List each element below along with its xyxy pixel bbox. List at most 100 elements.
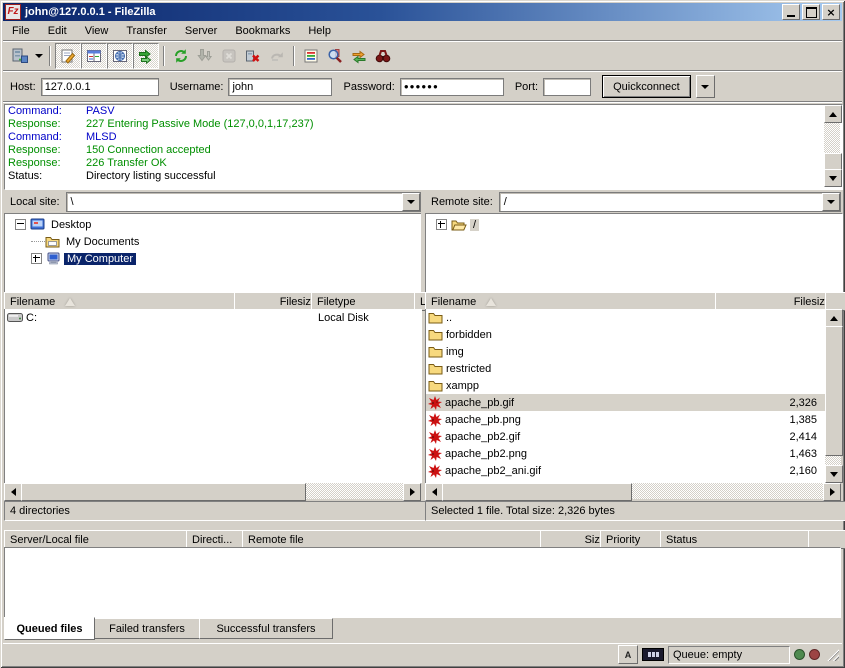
- message-log[interactable]: Command:PASV Response:227 Entering Passi…: [4, 104, 843, 190]
- list-row-drive-c[interactable]: C: Local Disk: [5, 309, 422, 326]
- tab-successful-transfers[interactable]: Successful transfers: [199, 618, 333, 639]
- title-bar[interactable]: Fz john@127.0.0.1 - FileZilla ×: [3, 3, 842, 21]
- scroll-up-button[interactable]: [824, 105, 842, 123]
- close-icon: ×: [826, 7, 835, 18]
- local-site-combo[interactable]: \: [66, 192, 421, 212]
- password-input[interactable]: [400, 78, 504, 96]
- host-input[interactable]: [41, 78, 159, 96]
- file-size: 2,160: [717, 465, 826, 477]
- collapse-icon[interactable]: [15, 219, 26, 230]
- list-row[interactable]: apache_pb2.gif2,414: [426, 428, 826, 445]
- scroll-left-button[interactable]: [4, 483, 22, 501]
- scroll-right-button[interactable]: [823, 483, 841, 501]
- log-line: Response:226 Transfer OK: [5, 157, 842, 170]
- maximize-button[interactable]: [802, 4, 820, 20]
- desktop-icon: [30, 218, 45, 231]
- cancel-button[interactable]: [217, 44, 241, 68]
- cancel-icon: [221, 48, 237, 64]
- menu-transfer[interactable]: Transfer: [117, 23, 176, 39]
- tree-item-my-documents[interactable]: My Documents: [5, 233, 422, 250]
- toggle-local-tree-button[interactable]: [81, 43, 107, 69]
- list-row[interactable]: apache_pb.png1,385: [426, 411, 826, 428]
- list-row[interactable]: apache_pb2_ani.gif2,160: [426, 462, 826, 479]
- process-queue-button[interactable]: [193, 44, 217, 68]
- list-row[interactable]: xampp: [426, 377, 826, 394]
- window-title: john@127.0.0.1 - FileZilla: [25, 6, 780, 18]
- scroll-left-button[interactable]: [425, 483, 443, 501]
- refresh-button[interactable]: [169, 44, 193, 68]
- list-row[interactable]: forbidden: [426, 326, 826, 343]
- site-manager-dropdown-button[interactable]: [32, 44, 45, 68]
- process-queue-icon: [197, 48, 213, 64]
- list-row[interactable]: ..: [426, 309, 826, 326]
- tab-queued-files[interactable]: Queued files: [4, 617, 95, 640]
- remote-vertical-scrollbar[interactable]: [825, 309, 841, 483]
- queue-body[interactable]: [4, 547, 841, 618]
- menu-file[interactable]: File: [3, 23, 39, 39]
- reconnect-icon: [269, 48, 285, 64]
- menu-edit[interactable]: Edit: [39, 23, 76, 39]
- scroll-down-button[interactable]: [824, 169, 842, 187]
- scroll-thumb[interactable]: [442, 483, 632, 501]
- menu-bookmarks[interactable]: Bookmarks: [226, 23, 299, 39]
- arrow-up-icon: [829, 112, 837, 117]
- filter-button[interactable]: [299, 44, 323, 68]
- port-input[interactable]: [543, 78, 591, 96]
- menu-server[interactable]: Server: [176, 23, 226, 39]
- tab-failed-transfers[interactable]: Failed transfers: [94, 618, 200, 639]
- username-input[interactable]: [228, 78, 332, 96]
- list-row[interactable]: apache_pb2.png1,463: [426, 445, 826, 462]
- resize-grip[interactable]: [826, 648, 839, 661]
- chevron-down-icon: [35, 54, 43, 58]
- host-label: Host:: [10, 81, 36, 93]
- expand-icon[interactable]: [31, 253, 42, 264]
- toggle-message-log-button[interactable]: [55, 43, 81, 69]
- local-tree[interactable]: Desktop My Documents My Computer: [4, 213, 423, 294]
- scroll-right-button[interactable]: [403, 483, 421, 501]
- reconnect-button[interactable]: [265, 44, 289, 68]
- remote-list-body[interactable]: .. forbidden img restricted xampp apache…: [425, 309, 826, 483]
- scroll-down-button[interactable]: [825, 465, 843, 483]
- remote-tree[interactable]: /: [425, 213, 843, 294]
- username-label: Username:: [170, 81, 224, 93]
- tree-item-my-computer[interactable]: My Computer: [5, 250, 422, 267]
- remote-horizontal-scrollbar[interactable]: [425, 483, 841, 499]
- maximize-icon: [806, 7, 817, 18]
- menu-help[interactable]: Help: [299, 23, 340, 39]
- local-list-body[interactable]: C: Local Disk: [4, 309, 422, 483]
- scroll-thumb[interactable]: [825, 326, 843, 456]
- scroll-thumb[interactable]: [21, 483, 306, 501]
- list-row[interactable]: img: [426, 343, 826, 360]
- list-row-selected[interactable]: apache_pb.gif2,326: [426, 394, 826, 411]
- status-badge-icon[interactable]: [642, 648, 664, 661]
- quickconnect-dropdown-button[interactable]: [696, 75, 715, 98]
- file-name: C:: [26, 312, 235, 324]
- menu-view[interactable]: View: [76, 23, 118, 39]
- remote-site-dropdown-button[interactable]: [822, 193, 840, 211]
- expand-icon[interactable]: [436, 219, 447, 230]
- transfer-type-indicator-icon[interactable]: A: [618, 645, 638, 664]
- arrow-right-icon: [830, 488, 835, 496]
- directory-comparison-button[interactable]: [323, 44, 347, 68]
- log-scrollbar[interactable]: [824, 105, 840, 187]
- minimize-button[interactable]: [782, 4, 800, 20]
- tree-item-root[interactable]: /: [426, 216, 842, 233]
- scroll-up-button[interactable]: [825, 309, 843, 327]
- toggle-remote-tree-button[interactable]: [107, 43, 133, 69]
- site-manager-button[interactable]: [8, 44, 32, 68]
- toggle-queue-button[interactable]: [133, 43, 159, 69]
- remote-site-combo[interactable]: /: [499, 192, 841, 212]
- sort-ascending-icon: [486, 298, 496, 306]
- local-site-dropdown-button[interactable]: [402, 193, 420, 211]
- close-button[interactable]: ×: [822, 4, 840, 20]
- find-files-button[interactable]: [371, 44, 395, 68]
- local-horizontal-scrollbar[interactable]: [4, 483, 421, 499]
- disconnect-button[interactable]: [241, 44, 265, 68]
- tree-item-desktop[interactable]: Desktop: [5, 216, 422, 233]
- filezilla-logo-icon: Fz: [5, 4, 21, 20]
- list-row[interactable]: restricted: [426, 360, 826, 377]
- remote-site-path: /: [500, 196, 822, 208]
- synchronized-browsing-button[interactable]: [347, 44, 371, 68]
- quickconnect-button[interactable]: Quickconnect: [602, 75, 691, 98]
- remote-site-header: Remote site: /: [425, 192, 841, 212]
